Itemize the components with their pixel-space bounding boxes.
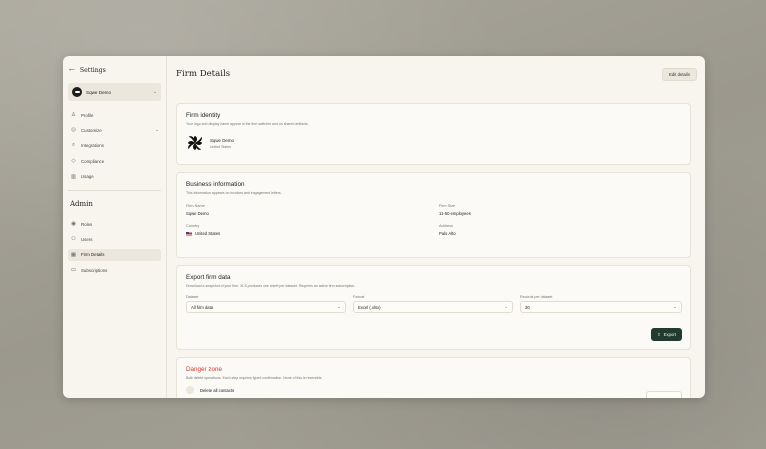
settings-nav: ♙ Profile ◎ Customize ⌄ ⌕ Integrations ◇… [68,109,161,186]
sidebar-item-label: Firm Details [81,252,105,258]
field-value: 11-50 employees [439,211,471,216]
chart-icon: ▥ [70,173,77,180]
sidebar-item-users[interactable]: ⚇ Users [68,233,161,245]
admin-nav: ◉ Roles ⚇ Users ▦ Firm Details ▭ Subscri… [68,218,161,280]
export-icon: ⇪ [656,331,661,337]
field-firm-size: Firm Size 11-50 employees [439,204,681,216]
firm-identity-description: Your logo and display name appear in the… [186,122,309,126]
danger-item-label: Delete all contacts [200,387,235,393]
format-label: Format [353,295,365,299]
field-value: Sqwe Demo [186,211,209,216]
field-firm-name: Firm Name Sqwe Demo [186,204,439,216]
sidebar-item-roles[interactable]: ◉ Roles [68,218,161,230]
export-button-label: Export [663,332,676,337]
sidebar-item-subscriptions[interactable]: ▭ Subscriptions [68,264,161,276]
chevron-down-icon: ⌄ [673,304,677,309]
export-description: Download a snapshot of your firm. XLS pr… [186,284,356,288]
sidebar-item-label: Customize [81,127,102,133]
firm-avatar [72,87,82,97]
business-info-title: Business information [186,181,245,188]
sidebar-item-label: Profile [81,112,94,118]
firm-identity-title: Firm identity [186,112,221,119]
export-title: Export firm data [186,274,231,281]
sidebar-item-label: Integrations [81,143,104,149]
sidebar-item-usage[interactable]: ▥ Usage [68,171,161,183]
firm-logo [187,135,203,151]
trash-icon [186,386,194,394]
firm-identity-row: Sqwe Demo United States [186,134,681,152]
shield-icon: ◇ [71,158,76,165]
arrow-left-icon: ← [69,66,75,74]
chevron-down-icon: ⌄ [337,304,341,309]
firm-identity-country: United States [210,144,232,149]
sidebar: ← Settings Sqwe Demo ⌄ ♙ Profile ◎ Custo… [63,56,167,398]
field-country: Country United States [186,224,439,236]
field-label: Firm Size [439,204,456,208]
format-value: Excel (.xlsx) [358,304,381,310]
field-value-country: United States [186,231,439,236]
danger-item-delete-contacts: Delete all contacts [186,386,681,394]
business-info-card: Business information This information ap… [176,172,691,258]
dataset-field: Dataset All firm data ⌄ [186,295,346,313]
roles-icon: ◉ [71,221,76,227]
user-icon: ♙ [71,112,76,118]
back-label: Settings [79,66,106,74]
palette-icon: ◎ [71,127,76,134]
field-label: Country [186,224,200,228]
field-label: Firm Name [186,204,205,208]
back-to-settings[interactable]: ← Settings [69,66,106,74]
export-options: Dataset All firm data ⌄ Format Excel (.x… [186,295,682,313]
main-content: Firm Details Edit details Firm identity … [167,56,705,398]
format-field: Format Excel (.xlsx) ⌄ [353,295,513,313]
field-address: Address Palo Alto [439,224,681,236]
business-info-grid: Firm Name Sqwe Demo Firm Size 11-50 empl… [186,204,681,236]
us-flag-icon [186,231,192,236]
dataset-label: Dataset [186,295,199,299]
business-info-description: This information appears on invoices and… [186,191,282,195]
format-select[interactable]: Excel (.xlsx) ⌄ [353,301,513,313]
page-title: Firm Details [176,69,231,79]
records-field: Records per dataset 30 ⌄ [520,295,682,313]
danger-zone-card: Danger zone Bulk delete operations. Each… [176,357,691,398]
admin-section-title: Admin [70,200,93,208]
sidebar-item-label: Compliance [81,158,105,164]
firm-switcher[interactable]: Sqwe Demo ⌄ [68,83,161,101]
records-label: Records per dataset [520,295,553,299]
firm-switcher-name: Sqwe Demo [86,89,112,95]
sidebar-item-integrations[interactable]: ⌕ Integrations [68,140,161,152]
plug-icon: ⌕ [71,142,76,149]
firm-identity-card: Firm identity Your logo and display name… [176,103,691,165]
field-label: Address [439,224,453,228]
building-icon: ▦ [70,251,77,258]
sidebar-divider [68,190,161,191]
danger-zone-title: Danger zone [186,366,223,373]
firm-identity-name: Sqwe Demo [210,137,234,143]
danger-zone-description: Bulk delete operations. Each step requir… [186,376,323,380]
records-select[interactable]: 30 ⌄ [520,301,682,313]
users-icon: ⚇ [71,236,76,243]
sidebar-item-label: Subscriptions [81,267,108,273]
records-value: 30 [525,304,530,310]
chevron-down-icon: ⌄ [155,127,159,133]
dataset-select[interactable]: All firm data ⌄ [186,301,346,313]
sidebar-item-label: Usage [81,174,94,180]
field-value: United States [195,231,221,236]
field-value: Palo Alto [439,231,456,236]
edit-details-button[interactable]: Edit details [661,68,697,81]
chevron-down-icon: ⌄ [504,304,508,309]
sidebar-item-label: Users [81,236,93,242]
export-button[interactable]: ⇪ Export [650,328,682,341]
settings-window: ← Settings Sqwe Demo ⌄ ♙ Profile ◎ Custo… [63,56,705,398]
delete-contacts-button[interactable] [646,391,682,398]
dataset-value: All firm data [191,304,214,310]
sidebar-item-customize[interactable]: ◎ Customize ⌄ [68,124,161,136]
sidebar-item-compliance[interactable]: ◇ Compliance [68,155,161,167]
export-card: Export firm data Download a snapshot of … [176,265,691,350]
card-icon: ▭ [70,267,77,274]
sidebar-item-firm-details[interactable]: ▦ Firm Details [68,248,161,261]
sidebar-item-label: Roles [81,221,93,227]
sidebar-item-profile[interactable]: ♙ Profile [68,109,161,121]
chevron-down-icon: ⌄ [153,89,157,94]
